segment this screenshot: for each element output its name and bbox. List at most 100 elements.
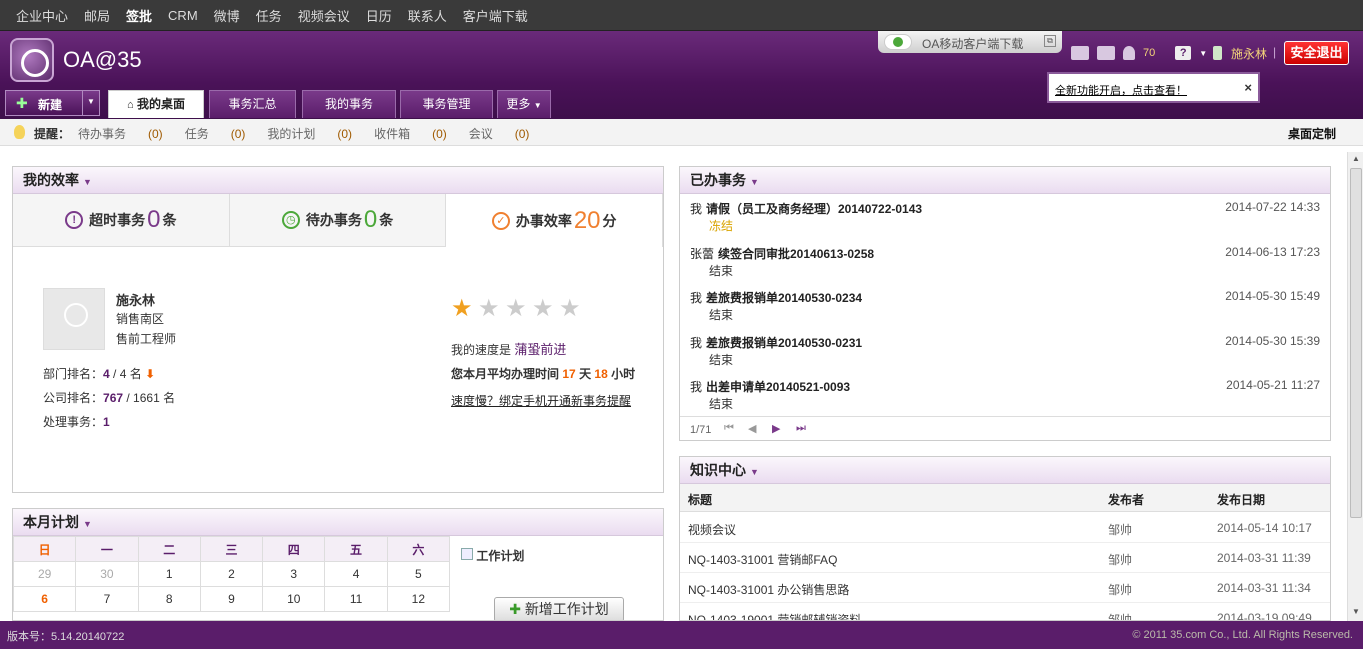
panel-title[interactable]: 本月计划 ▼	[13, 509, 663, 536]
tab-my-affairs[interactable]: 我的事务	[302, 90, 396, 118]
done-item-status: 结束	[709, 352, 734, 367]
done-item-owner: 我	[690, 202, 703, 216]
done-item[interactable]: 张蕾 续签合同审批20140613-0258 结束 2014-06-13 17:23	[690, 245, 1320, 289]
reminder-item[interactable]: 任务 (0)	[185, 125, 246, 142]
done-item-title[interactable]: 续签合同审批20140613-0258	[718, 245, 874, 262]
done-item[interactable]: 我差旅费报销单20140530-0234 结束 2014-05-30 15:49	[690, 289, 1320, 333]
add-work-plan-button[interactable]: ✚ 新增工作计划	[494, 597, 624, 620]
calendar-day[interactable]: 30	[75, 561, 139, 587]
reminder-item[interactable]: 收件箱 (0)	[374, 125, 447, 142]
weekday-header: 一	[75, 536, 139, 562]
knowledge-title[interactable]: NQ-1403-31001 营销邮FAQ	[688, 551, 837, 568]
prev-page-icon[interactable]: ◀	[748, 422, 756, 435]
chevron-down-icon[interactable]: ▼	[1199, 49, 1207, 58]
knowledge-row[interactable]: NQ-1403-19001 营销邮辅销资料 邹帅 2014-03-19 09:49	[680, 603, 1330, 620]
calendar-day[interactable]: 2	[199, 561, 264, 587]
calendar-day[interactable]: 1	[137, 561, 201, 587]
weekday-header: 四	[262, 536, 326, 562]
done-item-title[interactable]: 请假（员工及商务经理）20140722-0143	[706, 200, 922, 217]
done-item-title[interactable]: 差旅费报销单20140530-0231	[706, 334, 862, 351]
help-icon[interactable]: ?	[1175, 46, 1192, 60]
employee-position: 售前工程师	[116, 332, 177, 346]
topnav-item[interactable]: 企业中心	[16, 6, 68, 25]
tab-affairs-management[interactable]: 事务管理	[400, 90, 493, 118]
calendar-day[interactable]: 7	[75, 586, 139, 612]
panel-title[interactable]: 我的效率 ▼	[13, 167, 663, 194]
scroll-down-icon[interactable]: ▼	[1350, 607, 1362, 619]
reminder-item[interactable]: 我的计划 (0)	[267, 125, 352, 142]
tab-summary[interactable]: 事务汇总	[209, 90, 296, 118]
calendar-week-row: 29 30 1 2 3 4 5	[13, 561, 451, 587]
weekday-header: 三	[199, 536, 264, 562]
done-item-title[interactable]: 差旅费报销单20140530-0234	[706, 289, 862, 306]
knowledge-title[interactable]: NQ-1403-19001 营销邮辅销资料	[688, 611, 861, 620]
topnav-item[interactable]: 联系人	[408, 6, 447, 25]
panel-title[interactable]: 知识中心 ▼	[680, 457, 1330, 484]
score-stat: ✓ 办事效率 20 分	[446, 194, 664, 247]
knowledge-row[interactable]: 视频会议 邹帅 2014-05-14 10:17	[680, 513, 1330, 543]
bind-phone-link[interactable]: 速度慢？绑定手机开通新事务提醒	[451, 392, 631, 409]
user-icon[interactable]	[1123, 46, 1135, 60]
done-item-date: 2014-05-30 15:49	[1225, 289, 1320, 303]
close-icon[interactable]: ×	[1244, 80, 1252, 95]
popout-icon[interactable]: ⧉	[1044, 35, 1056, 47]
topnav-item[interactable]: 客户端下载	[463, 6, 528, 25]
topnav-item[interactable]: 视频会议	[298, 6, 350, 25]
knowledge-author: 邹帅	[1108, 583, 1133, 597]
scroll-thumb[interactable]	[1350, 168, 1362, 518]
first-page-icon[interactable]: ⏮	[724, 422, 734, 435]
calendar-day[interactable]: 4	[324, 561, 388, 587]
new-button[interactable]: ✚ 新建 ▼	[5, 90, 100, 116]
reminder-item[interactable]: 待办事务 (0)	[78, 125, 163, 142]
next-page-icon[interactable]: ▶	[772, 422, 780, 435]
overdue-stat[interactable]: ! 超时事务 0 条	[13, 194, 230, 247]
knowledge-title[interactable]: NQ-1403-31001 办公销售思路	[688, 581, 849, 598]
user-name[interactable]: 施永林	[1231, 45, 1267, 62]
calendar-day[interactable]: 11	[324, 586, 388, 612]
notice-link[interactable]: 全新功能开启，点击查看！	[1055, 82, 1187, 98]
pending-stat[interactable]: ◷ 待办事务 0 条	[229, 194, 447, 247]
phone-icon[interactable]	[1213, 46, 1223, 60]
reminder-item[interactable]: 会议 (0)	[469, 125, 530, 142]
mobile-download-label: OA移动客户端下载	[922, 37, 1024, 51]
tab-more[interactable]: 更多 ▼	[497, 90, 551, 118]
list-icon[interactable]	[1071, 46, 1089, 60]
done-item-title[interactable]: 出差申请单20140521-0093	[706, 378, 850, 395]
logout-button[interactable]: 安全退出	[1284, 41, 1349, 65]
calendar-day[interactable]: 3	[262, 561, 326, 587]
logo-icon	[10, 38, 54, 82]
customize-desktop-link[interactable]: 桌面定制	[1288, 125, 1336, 142]
chevron-down-icon: ▼	[533, 101, 542, 110]
topnav-item[interactable]: CRM	[168, 8, 198, 23]
topnav-item[interactable]: 签批	[126, 6, 152, 25]
topnav-item[interactable]: 任务	[256, 6, 282, 25]
mobile-client-download[interactable]: OA移动客户端下载 ⧉	[878, 31, 1062, 53]
calendar-day[interactable]: 8	[137, 586, 201, 612]
panel-title[interactable]: 已办事务 ▼	[680, 167, 1330, 194]
done-item[interactable]: 我差旅费报销单20140530-0231 结束 2014-05-30 15:39	[690, 334, 1320, 378]
knowledge-title[interactable]: 视频会议	[688, 521, 736, 538]
calendar-day[interactable]: 10	[262, 586, 326, 612]
last-page-icon[interactable]: ⏭	[796, 422, 806, 435]
knowledge-row[interactable]: NQ-1403-31001 营销邮FAQ 邹帅 2014-03-31 11:39	[680, 543, 1330, 573]
star-filled-icon: ★	[451, 295, 473, 322]
calendar-day[interactable]: 12	[386, 586, 451, 612]
knowledge-author: 邹帅	[1108, 523, 1133, 537]
mail-icon[interactable]	[1097, 46, 1115, 60]
calendar-day[interactable]: 6	[13, 586, 77, 612]
new-feature-notice[interactable]: 全新功能开启，点击查看！ ×	[1047, 72, 1260, 103]
calendar-day[interactable]: 9	[199, 586, 264, 612]
vertical-scrollbar[interactable]: ▲ ▼	[1347, 152, 1363, 621]
topnav-item[interactable]: 微博	[214, 6, 240, 25]
topnav-item[interactable]: 日历	[366, 6, 392, 25]
knowledge-row[interactable]: NQ-1403-31001 办公销售思路 邹帅 2014-03-31 11:34	[680, 573, 1330, 603]
tab-my-desktop[interactable]: ⌂ 我的桌面	[108, 90, 204, 118]
calendar-day[interactable]: 29	[13, 561, 77, 587]
chevron-down-icon[interactable]: ▼	[87, 97, 95, 106]
star-empty-icon: ★	[532, 295, 554, 322]
calendar-day[interactable]: 5	[386, 561, 451, 587]
topnav-item[interactable]: 邮局	[84, 6, 110, 25]
scroll-up-icon[interactable]: ▲	[1350, 154, 1362, 166]
weekday-header: 日	[13, 536, 77, 562]
done-item[interactable]: 我请假（员工及商务经理）20140722-0143 冻结 2014-07-22 14…	[690, 200, 1320, 244]
